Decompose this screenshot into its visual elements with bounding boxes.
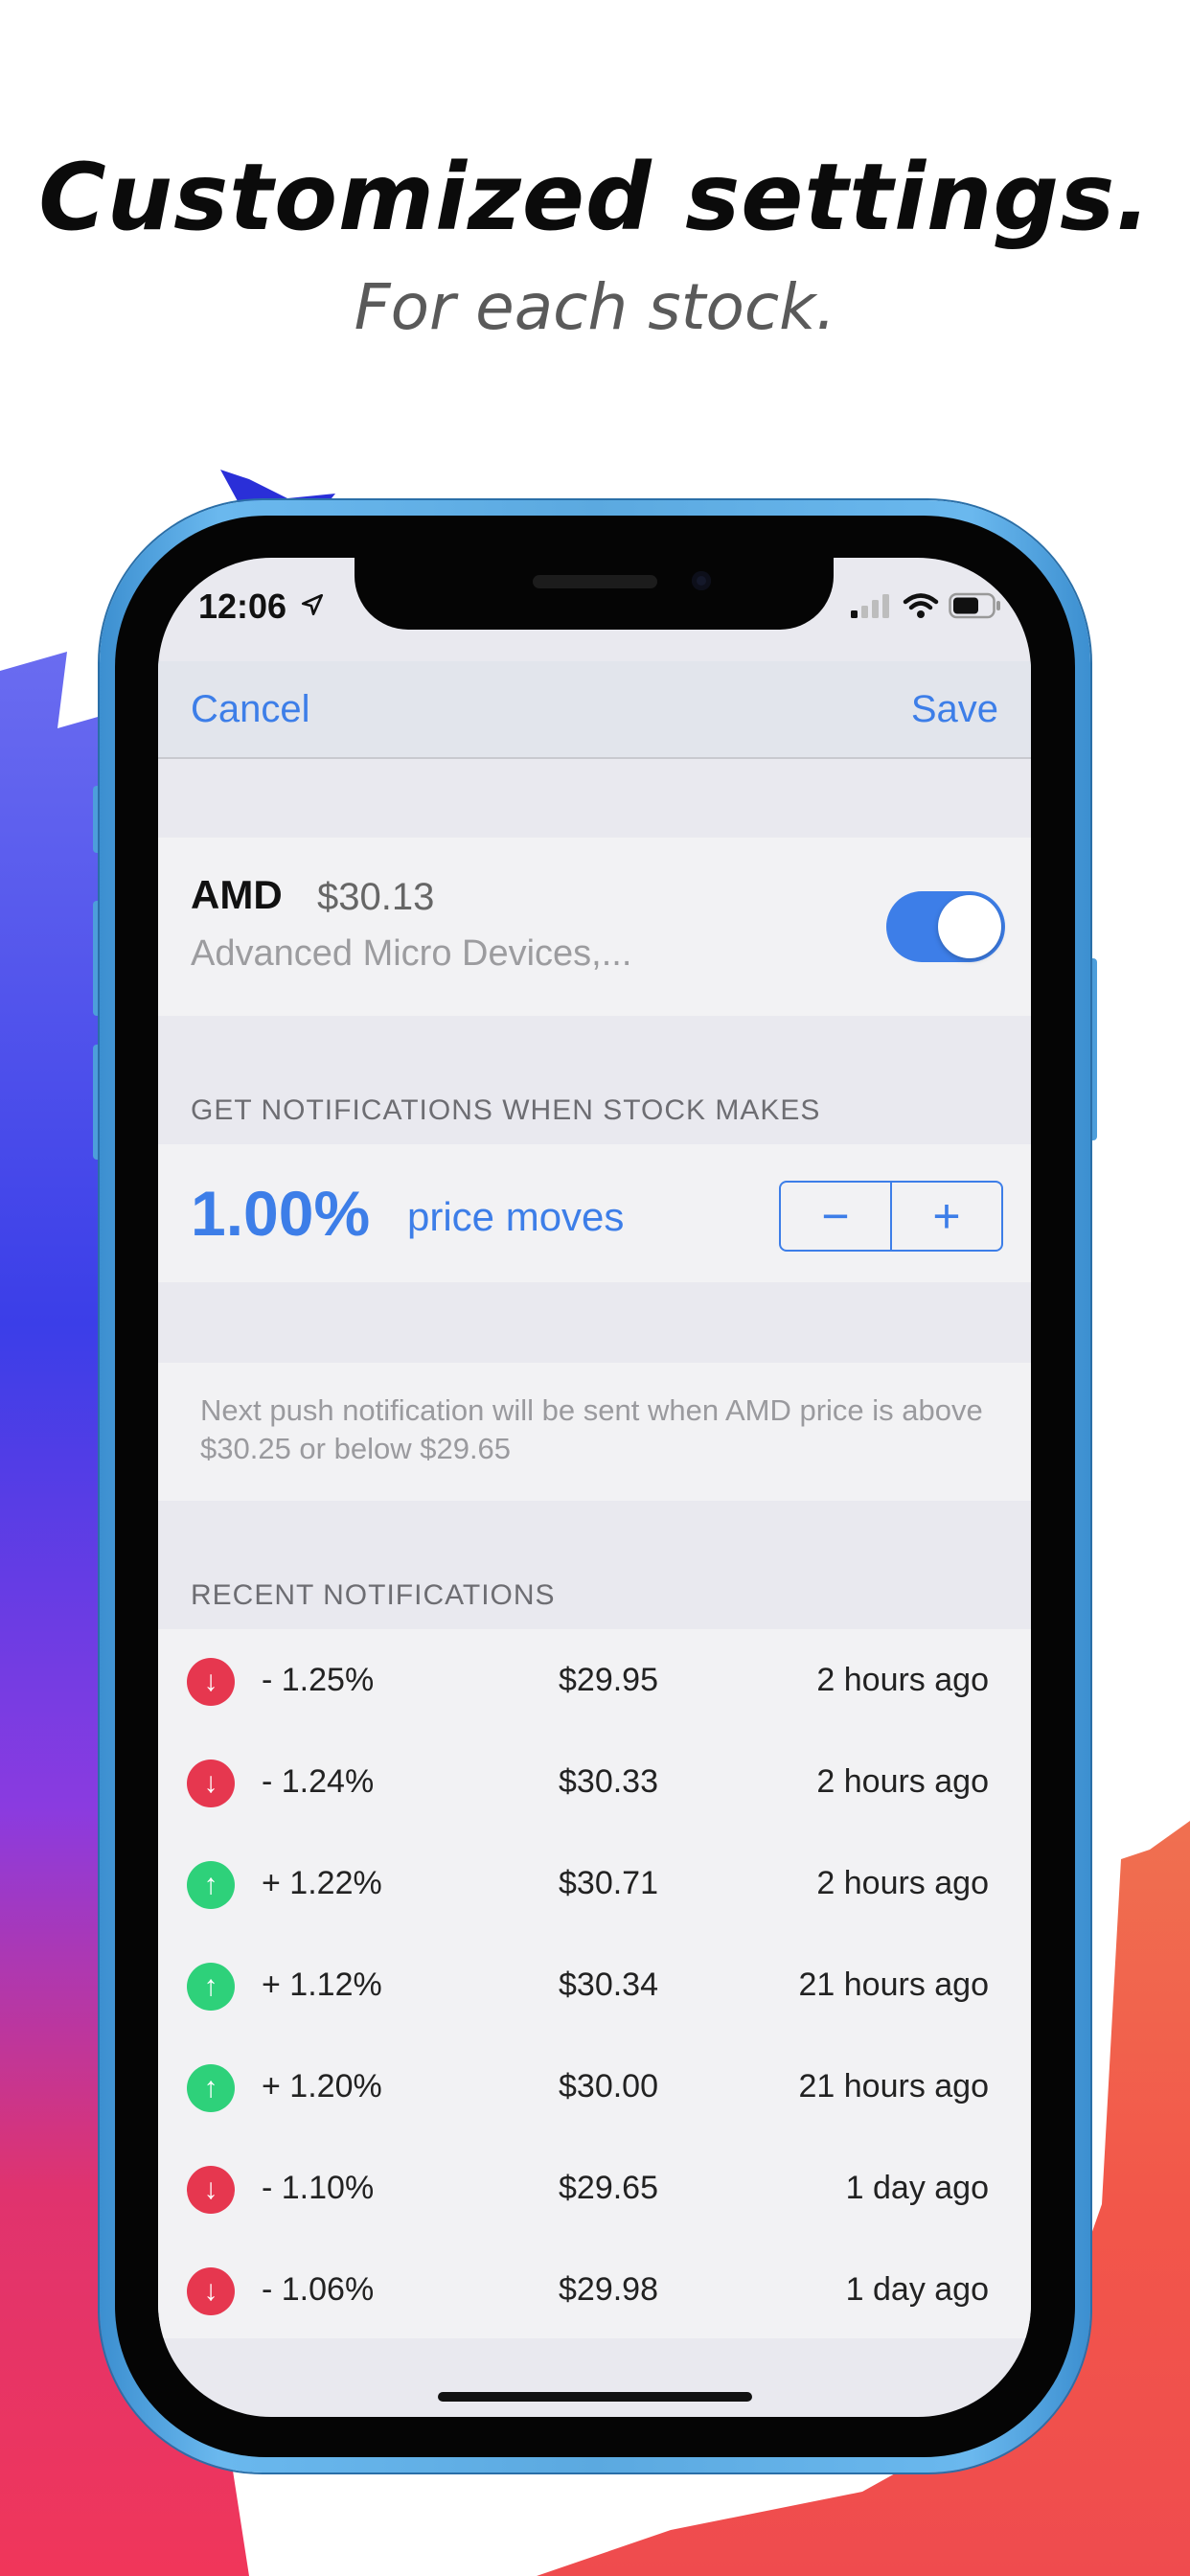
navigation-bar: Cancel Save <box>158 661 1031 759</box>
notification-change: + 1.20% <box>262 2068 382 2104</box>
threshold-suffix: price moves <box>407 1194 625 1239</box>
notification-time: 1 day ago <box>845 2170 989 2206</box>
down-arrow-icon: ↓ <box>187 1760 235 1807</box>
notification-price: $30.33 <box>559 1763 658 1800</box>
notification-time: 21 hours ago <box>798 2068 990 2104</box>
cancel-button[interactable]: Cancel <box>191 688 310 731</box>
notification-time: 2 hours ago <box>816 1662 989 1698</box>
notification-time: 2 hours ago <box>816 1763 989 1800</box>
toggle-knob <box>938 895 1001 958</box>
status-time: 12:06 <box>198 586 287 626</box>
notification-time: 21 hours ago <box>798 1966 990 2003</box>
notification-change: - 1.25% <box>262 1662 375 1698</box>
location-arrow-icon <box>301 593 324 616</box>
threshold-section-label: GET NOTIFICATIONS WHEN STOCK MAKES <box>191 1094 821 1126</box>
phone-notch <box>355 551 834 630</box>
cellular-signal-icon <box>851 594 889 618</box>
notification-row: ↑ + 1.12% $30.34 21 hours ago <box>158 1934 1031 2036</box>
phone-screen: 12:06 Cancel Save AMD $30.13 Advanced Mi… <box>158 558 1031 2417</box>
threshold-card: 1.00% price moves − + <box>158 1144 1031 1282</box>
notification-row: ↑ + 1.20% $30.00 21 hours ago <box>158 2036 1031 2137</box>
down-arrow-icon: ↓ <box>187 1658 235 1706</box>
headline: Customized settings. <box>38 144 1152 251</box>
next-notification-text: Next push notification will be sent when… <box>200 1393 983 1465</box>
notification-row: ↓ - 1.25% $29.95 2 hours ago <box>158 1629 1031 1731</box>
notification-price: $30.00 <box>559 2068 658 2104</box>
notification-change: - 1.24% <box>262 1763 375 1800</box>
up-arrow-icon: ↑ <box>187 1861 235 1909</box>
notification-row: ↓ - 1.06% $29.98 1 day ago <box>158 2239 1031 2340</box>
stock-price: $30.13 <box>317 876 435 918</box>
notification-change: + 1.12% <box>262 1966 382 2003</box>
decrease-button[interactable]: − <box>781 1183 892 1250</box>
down-arrow-icon: ↓ <box>187 2166 235 2214</box>
stock-ticker: AMD <box>191 872 283 917</box>
status-indicators <box>851 592 1002 619</box>
notification-change: - 1.06% <box>262 2271 375 2308</box>
notification-time: 1 day ago <box>845 2271 989 2308</box>
company-name: Advanced Micro Devices,... <box>191 933 632 974</box>
subheadline: For each stock. <box>354 270 836 344</box>
notifications-toggle[interactable] <box>886 891 1005 962</box>
notification-price: $29.65 <box>559 2170 658 2206</box>
up-arrow-icon: ↑ <box>187 2064 235 2112</box>
notification-row: ↓ - 1.24% $30.33 2 hours ago <box>158 1731 1031 1832</box>
up-arrow-icon: ↑ <box>187 1963 235 2011</box>
increase-button[interactable]: + <box>892 1183 1001 1250</box>
recent-notifications-label: RECENT NOTIFICATIONS <box>191 1579 556 1611</box>
notification-row: ↑ + 1.22% $30.71 2 hours ago <box>158 1832 1031 1934</box>
front-camera <box>692 571 711 590</box>
notification-price: $30.34 <box>559 1966 658 2003</box>
threshold-percent: 1.00% <box>191 1178 371 1249</box>
notification-price: $29.98 <box>559 2271 658 2308</box>
next-notification-info: Next push notification will be sent when… <box>158 1363 1031 1501</box>
notification-price: $30.71 <box>559 1865 658 1901</box>
home-indicator[interactable] <box>438 2392 752 2402</box>
threshold-stepper: − + <box>779 1181 1003 1252</box>
notification-change: - 1.10% <box>262 2170 375 2206</box>
battery-icon <box>949 592 1000 619</box>
down-arrow-icon: ↓ <box>187 2267 235 2315</box>
save-button[interactable]: Save <box>911 688 998 731</box>
notification-change: + 1.22% <box>262 1865 382 1901</box>
phone-speaker <box>533 575 657 588</box>
notification-time: 2 hours ago <box>816 1865 989 1901</box>
wifi-icon <box>903 593 939 618</box>
recent-notifications-list: ↓ - 1.25% $29.95 2 hours ago ↓ - 1.24% $… <box>158 1629 1031 2338</box>
stock-card: AMD $30.13 Advanced Micro Devices,... <box>158 838 1031 1016</box>
notification-price: $29.95 <box>559 1662 658 1698</box>
notification-row: ↓ - 1.10% $29.65 1 day ago <box>158 2137 1031 2239</box>
